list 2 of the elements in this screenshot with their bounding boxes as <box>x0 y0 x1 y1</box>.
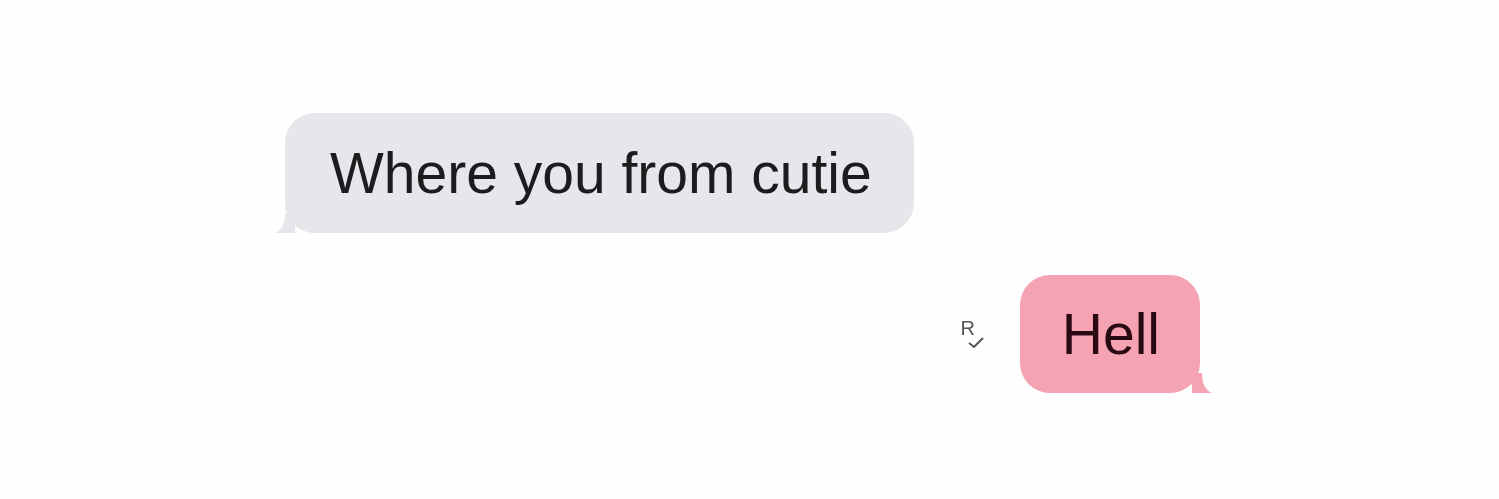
bubble-tail <box>1192 373 1212 393</box>
bubble-tail <box>275 213 295 233</box>
